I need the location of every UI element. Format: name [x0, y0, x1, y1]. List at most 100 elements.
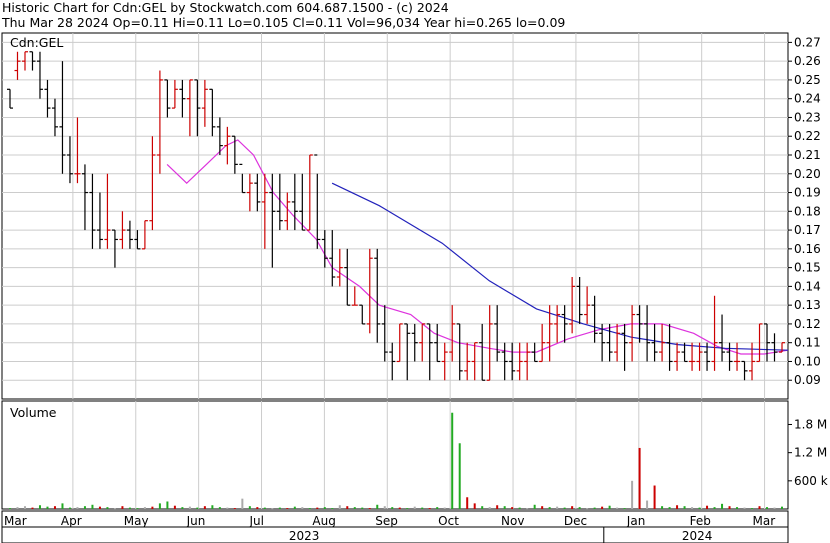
price-tick-label: 0.13: [794, 298, 821, 312]
month-label: Apr: [61, 514, 82, 528]
volume-bar: [428, 508, 431, 510]
volume-bar: [661, 506, 664, 509]
volume-bar: [233, 508, 236, 510]
volume-bar: [758, 506, 761, 509]
volume-bar: [308, 508, 311, 510]
volume-bar: [91, 504, 94, 509]
volume-bar: [751, 508, 754, 510]
volume-bar: [458, 443, 461, 509]
volume-bar: [338, 505, 341, 509]
month-label: Sep: [375, 514, 398, 528]
price-tick-label: 0.16: [794, 242, 821, 256]
symbol-label: Cdn:GEL: [10, 35, 63, 50]
volume-bar: [698, 507, 701, 509]
price-tick-label: 0.22: [794, 129, 821, 143]
volume-bar: [466, 497, 469, 509]
volume-bar: [413, 506, 416, 509]
volume-bar: [563, 507, 566, 509]
stock-chart-canvas: 0.09 0.10 0.11 0.12 0.13 0.14 0.15 0.16 0.17 0.18…: [1, 32, 828, 543]
volume-bar: [9, 508, 11, 510]
volume-bar: [53, 506, 56, 509]
volume-bar: [533, 504, 536, 509]
volume-bar: [68, 507, 71, 509]
volume-bar: [353, 507, 356, 509]
volume-bar: [271, 508, 274, 510]
volume-bar: [683, 506, 686, 509]
chart-window: Historic Chart for Cdn:GEL by Stockwatch…: [0, 0, 830, 543]
volume-bar: [143, 507, 146, 509]
volume-bar: [383, 506, 386, 509]
volume-bar: [511, 507, 514, 509]
price-tick-label: 0.20: [794, 167, 821, 181]
volume-bar: [106, 507, 109, 509]
price-tick-label: 0.14: [794, 279, 821, 293]
volume-bar: [691, 507, 694, 509]
price-tick-label: 0.23: [794, 110, 821, 124]
volume-bar: [46, 506, 49, 509]
volume-bar: [61, 503, 64, 509]
volume-bar: [773, 507, 776, 509]
price-tick-label: 0.12: [794, 317, 821, 331]
price-tick-label: 0.27: [794, 35, 821, 49]
volume-bar: [346, 506, 349, 509]
volume-bar: [473, 503, 476, 509]
volume-bar: [616, 507, 619, 509]
volume-bar: [578, 507, 581, 509]
volume-bar: [743, 507, 746, 509]
volume-bar: [218, 507, 221, 509]
volume-bar: [368, 508, 371, 510]
volume-bar: [158, 503, 161, 509]
price-tick-label: 0.10: [794, 354, 821, 368]
volume-bar: [121, 506, 124, 509]
month-label: Mar: [753, 514, 776, 528]
volume-bar: [263, 507, 266, 509]
volume-bar: [676, 505, 679, 509]
volume-bar: [241, 498, 244, 509]
volume-axis-ticks: 600 k 1.2 M 1.8 M: [788, 417, 828, 488]
volume-bar: [361, 507, 364, 509]
volume-panel: [1, 400, 789, 510]
volume-bar: [173, 505, 176, 509]
month-label: May: [124, 514, 149, 528]
volume-bar: [31, 507, 34, 509]
year-axis: [1, 526, 789, 543]
month-label: Jul: [249, 514, 264, 528]
price-tick-label: 0.24: [794, 92, 821, 106]
volume-bar: [188, 506, 191, 509]
volume-bar: [293, 506, 296, 509]
price-axis-ticks: 0.09 0.10 0.11 0.12 0.13 0.14 0.15 0.16 0.17 0.18…: [788, 35, 821, 387]
volume-bar: [211, 505, 214, 509]
volume-bar: [631, 480, 634, 509]
volume-bar: [203, 506, 206, 509]
volume-bar: [436, 507, 439, 509]
volume-bar: [713, 507, 716, 509]
volume-bar: [721, 503, 724, 509]
volume-bar: [113, 508, 116, 510]
price-tick-label: 0.25: [794, 73, 821, 87]
volume-bar: [128, 507, 131, 509]
volume-bar: [376, 504, 379, 509]
price-tick-label: 0.15: [794, 261, 821, 275]
month-label: Feb: [690, 514, 711, 528]
volume-bar: [406, 508, 409, 510]
volume-bar: [226, 507, 229, 509]
volume-bar: [526, 508, 529, 510]
volume-bar: [136, 508, 139, 510]
price-tick-label: 0.11: [794, 336, 821, 350]
volume-bar: [323, 507, 326, 509]
volume-bar: [541, 506, 544, 509]
volume-bar: [166, 501, 169, 509]
volume-bar: [608, 505, 611, 509]
volume-bar: [668, 507, 671, 509]
volume-bar: [601, 506, 604, 509]
year-label: 2024: [682, 529, 713, 543]
volume-bar: [256, 507, 259, 509]
volume-bar: [181, 507, 184, 509]
volume-bar: [331, 508, 334, 510]
month-label: Jun: [186, 514, 206, 528]
volume-tick-label: 600 k: [794, 474, 828, 488]
volume-bar: [286, 508, 289, 510]
volume-bar: [571, 506, 574, 509]
price-tick-label: 0.19: [794, 186, 821, 200]
volume-bar: [638, 447, 641, 509]
